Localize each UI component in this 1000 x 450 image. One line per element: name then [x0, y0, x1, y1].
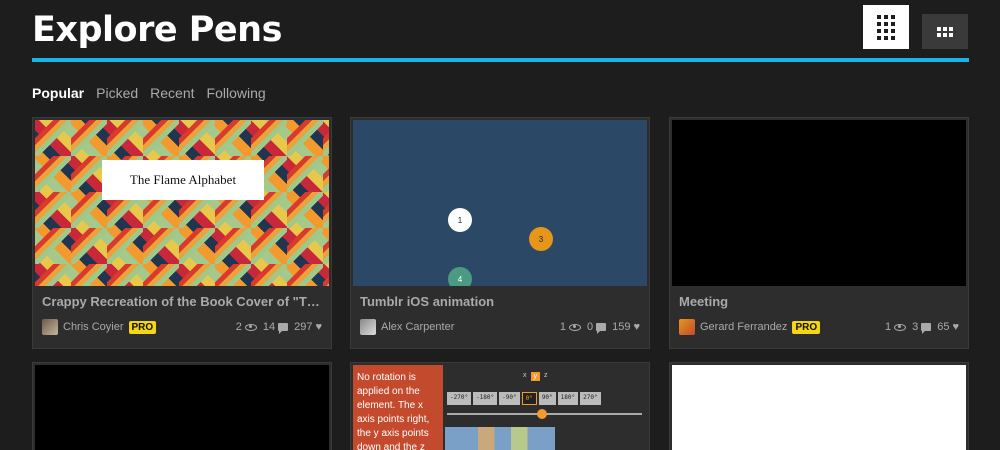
chevron-pattern: [35, 120, 329, 286]
pen-title[interactable]: Crappy Recreation of the Book Cover of "…: [42, 294, 322, 309]
author-name[interactable]: Chris Coyier: [63, 321, 124, 333]
likes-stat[interactable]: 159 ♥: [612, 321, 640, 333]
likes-count: 159: [612, 321, 631, 333]
comment-icon: [278, 323, 289, 334]
eye-icon: [894, 323, 907, 331]
comments-count: 0: [586, 321, 594, 333]
preview-image: [445, 427, 555, 450]
pen-card: Meeting Gerard Ferrandez PRO 1 3 65 ♥: [669, 117, 969, 349]
rotation-controls: x y z -270° -180° -90° 0° 90° 180° 270°: [443, 365, 647, 450]
views-stat: 1: [560, 321, 581, 333]
tab-following[interactable]: Following: [207, 85, 266, 101]
likes-stat[interactable]: 297 ♥: [294, 321, 322, 333]
rotate-button[interactable]: -180°: [473, 392, 498, 405]
pen-preview[interactable]: [672, 120, 966, 286]
bubble-3: 3: [529, 227, 553, 251]
pro-badge: PRO: [792, 320, 821, 334]
views-count: 2: [235, 321, 242, 333]
eye-icon: [568, 323, 581, 331]
comments-count: 3: [912, 321, 919, 333]
axis-x[interactable]: x: [523, 372, 527, 381]
pen-card: [32, 362, 332, 450]
header-divider: [32, 58, 969, 62]
grid-small-icon: [937, 26, 953, 37]
avatar[interactable]: [360, 319, 376, 335]
tab-picked[interactable]: Picked: [96, 85, 138, 101]
pen-preview[interactable]: [672, 365, 966, 450]
comment-icon: [596, 323, 607, 334]
grid-large-icon: [877, 14, 895, 40]
heart-icon: ♥: [315, 320, 322, 333]
avatar[interactable]: [679, 319, 695, 335]
slider-handle[interactable]: [537, 409, 547, 419]
views-stat: 1: [884, 321, 907, 333]
comments-count: 14: [262, 321, 276, 333]
views-count: 1: [884, 321, 892, 333]
pen-card: 1 3 4 Tumblr iOS animation Alex Carpente…: [350, 117, 650, 349]
rotate-button[interactable]: 180°: [557, 392, 579, 405]
comments-stat[interactable]: 3: [912, 321, 932, 334]
pen-preview[interactable]: No rotation is applied on the element. T…: [353, 365, 647, 450]
rotate-button[interactable]: 90°: [538, 392, 556, 405]
pen-preview[interactable]: [35, 365, 329, 450]
page-title: Explore Pens: [32, 10, 282, 50]
view-small-grid-button[interactable]: [922, 14, 968, 49]
heart-icon: ♥: [633, 320, 640, 333]
author-name[interactable]: Alex Carpenter: [381, 321, 454, 333]
book-title-label: The Flame Alphabet: [102, 160, 264, 200]
axis-y[interactable]: y: [530, 372, 540, 381]
axis-z[interactable]: z: [544, 372, 548, 381]
likes-count: 297: [294, 321, 313, 333]
rotate-button[interactable]: 270°: [580, 392, 601, 405]
pen-preview[interactable]: The Flame Alphabet: [35, 120, 329, 286]
pen-title[interactable]: Meeting: [679, 294, 959, 309]
pro-badge: PRO: [128, 320, 157, 334]
likes-count: 65: [937, 321, 950, 333]
pen-card: No rotation is applied on the element. T…: [350, 362, 650, 450]
avatar[interactable]: [42, 319, 58, 335]
pen-preview[interactable]: 1 3 4: [353, 120, 647, 286]
comments-stat[interactable]: 14: [262, 321, 289, 334]
comment-icon: [921, 323, 932, 334]
rotate-button[interactable]: -270°: [447, 392, 472, 405]
rotate-button[interactable]: -90°: [499, 392, 520, 405]
views-stat: 2: [236, 321, 257, 333]
filter-tabs: Popular Picked Recent Following: [32, 85, 266, 101]
likes-stat[interactable]: 65 ♥: [937, 321, 959, 333]
preview-background: [353, 120, 647, 286]
rotate-button[interactable]: 0°: [521, 392, 537, 405]
rotation-description: No rotation is applied on the element. T…: [353, 365, 443, 450]
author-name[interactable]: Gerard Ferrandez: [700, 321, 787, 333]
axis-selector: x y z: [523, 372, 548, 381]
bubble-4: 4: [448, 267, 472, 286]
heart-icon: ♥: [952, 320, 959, 333]
eye-icon: [244, 323, 257, 331]
tab-recent[interactable]: Recent: [150, 85, 194, 101]
comments-stat[interactable]: 0: [586, 321, 607, 334]
pen-card: [669, 362, 969, 450]
pen-title[interactable]: Tumblr iOS animation: [360, 294, 640, 309]
bubble-1: 1: [448, 208, 472, 232]
tab-popular[interactable]: Popular: [32, 85, 84, 101]
views-count: 1: [559, 321, 566, 333]
view-large-grid-button[interactable]: [863, 5, 909, 49]
pen-card: The Flame Alphabet Crappy Recreation of …: [32, 117, 332, 349]
rotation-buttons: -270° -180° -90° 0° 90° 180° 270°: [447, 392, 601, 405]
